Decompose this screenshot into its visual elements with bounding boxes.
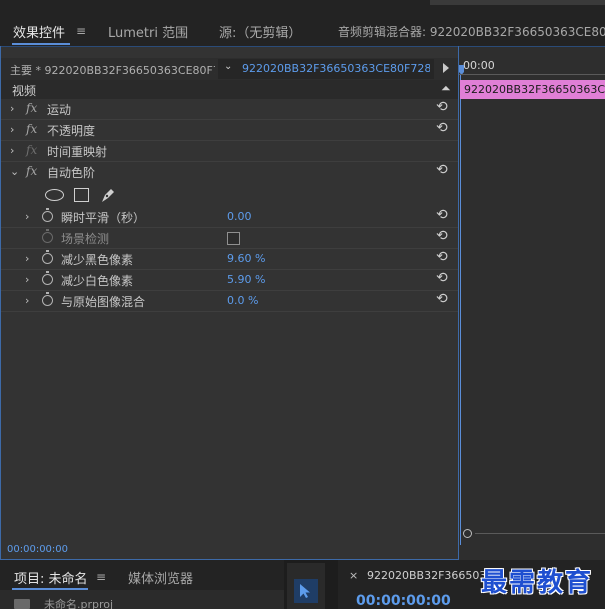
chevron-right-icon[interactable]: › — [25, 252, 29, 265]
param-value[interactable]: 0.0 % — [227, 294, 258, 307]
stopwatch-icon[interactable] — [42, 292, 53, 306]
param-label: 减少白色像素 — [61, 274, 134, 288]
effect-controls-panel: 主要 * 922020BB32F36650363CE80F7... ⌄ 9220… — [0, 46, 605, 561]
sequence-timecode[interactable]: 00:00:00:00 — [356, 593, 451, 609]
chevron-right-icon[interactable]: › — [25, 273, 29, 286]
reset-icon[interactable]: ⟲ — [436, 162, 448, 178]
top-strip — [0, 0, 605, 14]
effect-row-opacity[interactable]: › fx 不透明度 ⟲ — [0, 120, 459, 141]
tab-source[interactable]: 源:（无剪辑） — [219, 22, 301, 41]
current-timecode[interactable]: 00:00:00:00 — [7, 544, 68, 555]
reset-icon[interactable]: ⟲ — [436, 99, 448, 115]
zoom-track[interactable] — [475, 533, 605, 534]
effect-label: 不透明度 — [47, 124, 96, 138]
play-icon[interactable] — [443, 63, 449, 73]
stopwatch-icon — [42, 229, 53, 243]
tab-effect-controls[interactable]: 效果控件 — [13, 22, 65, 41]
selection-arrow-icon[interactable] — [299, 583, 313, 599]
effect-row-time-remap[interactable]: › fx 时间重映射 — [0, 141, 459, 162]
effect-label: 自动色阶 — [47, 166, 96, 180]
video-section-label: 视频 — [12, 84, 37, 98]
zoom-handle-icon[interactable] — [463, 529, 472, 538]
param-label: 场景检测 — [61, 232, 110, 246]
reset-icon[interactable]: ⟲ — [436, 207, 448, 223]
param-row[interactable]: › 减少黑色像素 9.60 % ⟲ — [0, 249, 459, 270]
clip-dropdown[interactable]: ⌄ 922020BB32F36650363CE80F728B... — [218, 59, 434, 79]
mask-tools — [0, 183, 459, 207]
reset-icon[interactable]: ⟲ — [436, 270, 448, 286]
param-label: 与原始图像混合 — [61, 295, 146, 309]
chevron-right-icon[interactable]: › — [25, 210, 29, 223]
fx-icon: fx — [26, 143, 38, 157]
folder-icon — [14, 599, 30, 609]
param-label: 减少黑色像素 — [61, 253, 134, 267]
timeline-ruler[interactable] — [459, 74, 605, 75]
panel-tab-bar: 效果控件 ≡ Lumetri 范围 源:（无剪辑） 音频剪辑混合器: 92202… — [0, 14, 605, 46]
panel-menu-icon[interactable]: ≡ — [76, 24, 86, 38]
master-clip-label[interactable]: 主要 * 922020BB32F36650363CE80F7... — [10, 62, 215, 78]
close-icon[interactable]: × — [349, 569, 358, 582]
param-value[interactable]: 0.00 — [227, 210, 252, 223]
chevron-right-icon[interactable]: › — [10, 123, 14, 136]
reset-icon[interactable]: ⟲ — [436, 120, 448, 136]
watermark-logo: 最需教育 — [481, 568, 594, 598]
effect-row-motion[interactable]: › fx 运动 ⟲ — [0, 99, 459, 120]
project-file-name: 未命名.prproj — [44, 598, 114, 609]
effect-label: 运动 — [47, 103, 72, 117]
fx-icon[interactable]: fx — [26, 164, 37, 178]
reset-icon[interactable]: ⟲ — [436, 228, 448, 244]
chevron-down-icon: ⌄ — [224, 61, 233, 72]
top-strip-bar — [430, 0, 605, 5]
chevron-down-icon[interactable]: ⌄ — [10, 165, 19, 178]
effect-timeline[interactable]: 00:00 922020BB32F36650363CE80F728B — [459, 47, 605, 561]
param-row[interactable]: 场景检测 ⟲ — [0, 228, 459, 249]
timeline-clip[interactable]: 922020BB32F36650363CE80F728B — [460, 80, 605, 99]
tab-lumetri-scopes[interactable]: Lumetri 范围 — [108, 22, 188, 41]
panel-menu-icon[interactable]: ≡ — [96, 570, 106, 584]
param-value[interactable]: 5.90 % — [227, 273, 265, 286]
video-section-header: 视频 ⏶ — [0, 80, 459, 99]
stopwatch-icon[interactable] — [42, 208, 53, 222]
project-tab-bar: 项目: 未命名 ≡ 媒体浏览器 — [0, 560, 284, 590]
rectangle-mask-icon[interactable] — [74, 188, 89, 202]
clip-dropdown-label: 922020BB32F36650363CE80F728B... — [242, 62, 430, 75]
timeline-timecode: 00:00 — [463, 59, 495, 72]
sequence-tab-label[interactable]: 922020BB32F36650363CE80F728B — [367, 569, 487, 582]
param-value[interactable]: 9.60 % — [227, 252, 265, 265]
chevron-right-icon[interactable]: › — [10, 102, 14, 115]
stopwatch-icon[interactable] — [42, 271, 53, 285]
param-row[interactable]: › 瞬时平滑（秒） 0.00 ⟲ — [0, 207, 459, 228]
tools-panel — [287, 563, 325, 609]
effect-label: 时间重映射 — [47, 145, 108, 159]
playhead-line — [460, 75, 461, 545]
tab-media-browser[interactable]: 媒体浏览器 — [128, 568, 193, 587]
timeline-zoom-scrollbar[interactable] — [463, 529, 605, 538]
reset-icon[interactable]: ⟲ — [436, 249, 448, 265]
effect-row-auto-levels[interactable]: ⌄ fx 自动色阶 ⟲ — [0, 162, 459, 183]
ellipse-mask-icon[interactable] — [45, 189, 64, 201]
project-file-row[interactable]: 未命名.prproj — [0, 590, 284, 609]
scene-detect-checkbox[interactable] — [227, 232, 240, 245]
fx-icon[interactable]: fx — [26, 122, 37, 136]
chevron-right-icon[interactable]: › — [10, 144, 14, 157]
reset-icon[interactable]: ⟲ — [436, 291, 448, 307]
stopwatch-icon[interactable] — [42, 250, 53, 264]
fx-icon[interactable]: fx — [26, 101, 37, 115]
param-row[interactable]: › 与原始图像混合 0.0 % ⟲ — [0, 291, 459, 312]
chevron-right-icon[interactable]: › — [25, 294, 29, 307]
param-label: 瞬时平滑（秒） — [61, 211, 146, 225]
tab-project[interactable]: 项目: 未命名 — [14, 568, 88, 587]
param-row[interactable]: › 减少白色像素 5.90 % ⟲ — [0, 270, 459, 291]
collapse-up-icon[interactable]: ⏶ — [441, 81, 451, 96]
source-row: 主要 * 922020BB32F36650363CE80F7... ⌄ 9220… — [0, 58, 459, 80]
pen-mask-icon[interactable] — [99, 186, 117, 204]
tab-audio-clip-mixer[interactable]: 音频剪辑混合器: 922020BB32F36650363CE80F728B — [338, 23, 605, 40]
active-tab-underline — [12, 43, 70, 45]
